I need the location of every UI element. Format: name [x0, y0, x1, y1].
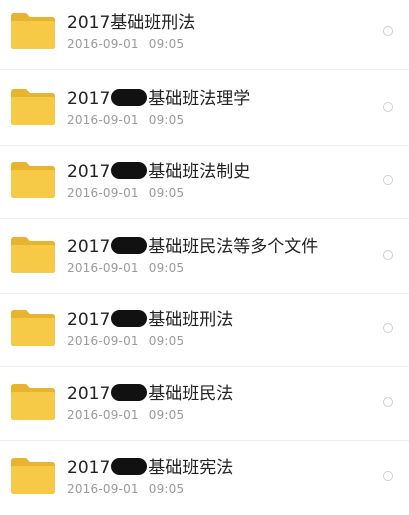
file-date: 2016-09-01 09:05 — [67, 334, 185, 348]
folder-icon — [11, 162, 55, 198]
divider — [0, 218, 409, 219]
file-row[interactable]: 2017 基础班民法 2016-09-01 09:05 — [0, 367, 409, 441]
file-date: 2016-09-01 09:05 — [67, 37, 185, 51]
file-date: 2016-09-01 09:05 — [67, 408, 185, 422]
select-radio[interactable] — [383, 26, 393, 36]
redaction-mark — [111, 384, 148, 401]
select-radio[interactable] — [383, 323, 393, 333]
file-row[interactable]: 2017 基础班法理学 2016-09-01 09:05 — [0, 72, 409, 146]
file-name: 2017 基础班法制史 — [67, 162, 251, 182]
file-row[interactable]: 2017基础班刑法 2016-09-0109:05 — [0, 0, 409, 70]
divider — [0, 69, 409, 70]
select-radio[interactable] — [383, 175, 393, 185]
select-radio[interactable] — [383, 250, 393, 260]
file-name: 2017 基础班民法 — [67, 384, 234, 404]
file-name: 2017基础班刑法 — [67, 13, 196, 33]
select-radio[interactable] — [383, 102, 393, 112]
folder-icon — [11, 384, 55, 420]
redaction-mark — [111, 89, 148, 106]
folder-icon — [11, 310, 55, 346]
redaction-mark — [111, 310, 148, 327]
select-radio[interactable] — [383, 471, 393, 481]
folder-icon — [11, 458, 55, 494]
file-row[interactable]: 2017 基础班民法等多个文件 2016-09-01 09:05 — [0, 220, 409, 294]
file-date: 2016-09-01 09:05 — [67, 186, 185, 200]
select-radio[interactable] — [383, 397, 393, 407]
file-date: 2016-09-01 09:05 — [67, 261, 185, 275]
file-name: 2017 基础班民法等多个文件 — [67, 237, 319, 257]
redaction-mark — [111, 237, 148, 254]
file-name: 2017 基础班法理学 — [67, 89, 251, 109]
file-row[interactable]: 2017 基础班法制史 2016-09-01 09:05 — [0, 145, 409, 219]
folder-icon — [11, 237, 55, 273]
file-name: 2017基础班刑法 — [67, 310, 234, 330]
file-date: 2016-09-01 09:05 — [67, 482, 185, 496]
redaction-mark — [111, 162, 148, 179]
file-date: 2016-09-01 09:05 — [67, 113, 185, 127]
file-list: 2017基础班刑法 2016-09-01 09:05 2017 基础班法理学 201… — [0, 0, 409, 496]
file-row[interactable]: 2017基础班刑法 2016-09-0109:05 — [0, 293, 409, 367]
folder-icon — [11, 89, 55, 125]
folder-icon — [11, 13, 55, 49]
file-name: 2017 基础班宪法 — [67, 458, 234, 478]
file-row[interactable]: 2017 基础班宪法 2016-09-01 09:05 — [0, 441, 409, 515]
redaction-mark — [111, 458, 148, 475]
